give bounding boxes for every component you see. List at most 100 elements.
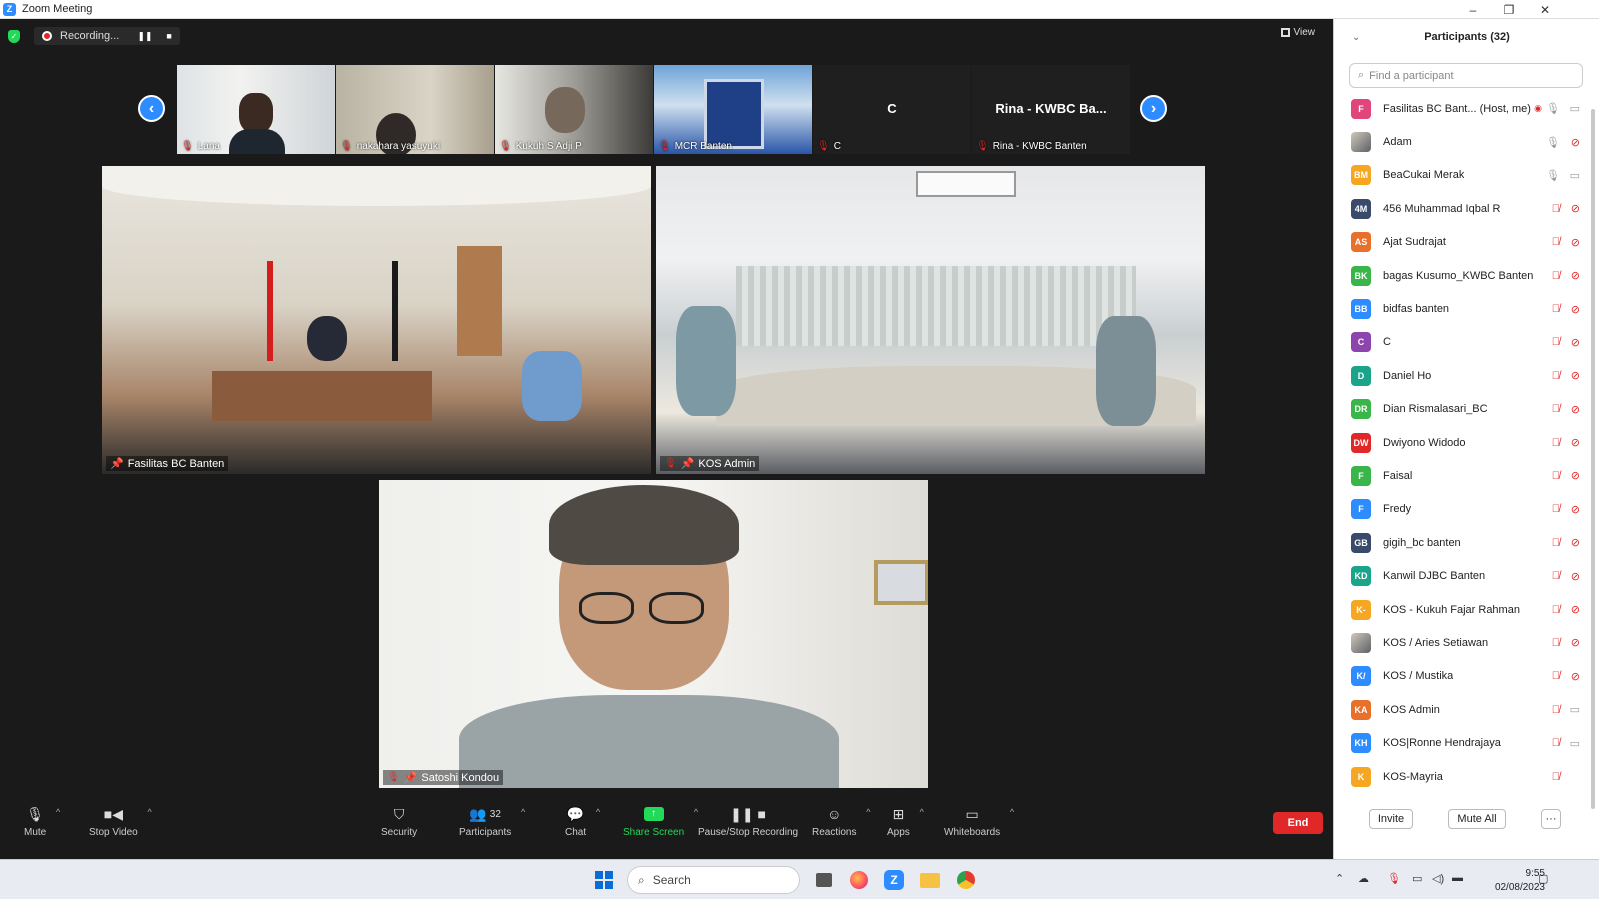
mic-muted-icon[interactable]: 🎙̸ <box>1552 303 1560 315</box>
video-icon[interactable]: ▭ <box>1570 169 1580 182</box>
participant-row[interactable]: C C 🎙̸ ⊘ <box>1334 326 1599 359</box>
whiteboards-options-caret-icon[interactable]: ^ <box>1010 807 1014 817</box>
file-explorer-icon[interactable] <box>918 868 942 892</box>
participant-row[interactable]: F Fasilitas BC Bant... (Host, me) ◉ 🎙 ▭ <box>1334 92 1599 125</box>
participant-row[interactable]: F Faisal 🎙̸ ⊘ <box>1334 459 1599 492</box>
mic-muted-icon[interactable]: 🎙̸ <box>1552 370 1560 382</box>
mic-muted-icon[interactable]: 🎙̸ <box>1552 637 1560 649</box>
video-tile[interactable]: 🎙 📌 Satoshi Kondou <box>379 480 928 788</box>
video-off-icon[interactable]: ⊘ <box>1571 570 1580 583</box>
minimize-button[interactable]: – <box>1455 0 1491 19</box>
end-meeting-button[interactable]: End <box>1273 812 1323 834</box>
participant-row[interactable]: D Daniel Ho 🎙̸ ⊘ <box>1334 359 1599 392</box>
video-off-icon[interactable]: ⊘ <box>1571 469 1580 482</box>
participants-button[interactable]: 👥 32 Participants ^ <box>459 805 525 839</box>
apps-options-caret-icon[interactable]: ^ <box>920 807 924 817</box>
video-off-icon[interactable]: ⊘ <box>1571 670 1580 683</box>
participant-row[interactable]: BB bidfas banten 🎙̸ ⊘ <box>1334 292 1599 325</box>
chat-button[interactable]: 💬 Chat ^ <box>565 805 600 839</box>
mute-options-caret-icon[interactable]: ^ <box>56 807 60 817</box>
tray-overflow-icon[interactable]: ⌃ <box>1335 872 1344 885</box>
video-thumbnail[interactable]: 🎙 Kukuh S Adji P <box>495 65 653 154</box>
video-off-icon[interactable]: ⊘ <box>1571 636 1580 649</box>
participant-row[interactable]: KH KOS|Ronne Hendrajaya 🎙̸ ▭ <box>1334 726 1599 759</box>
mic-muted-icon[interactable]: 🎙̸ <box>1552 771 1560 783</box>
mic-muted-icon[interactable]: 🎙̸ <box>1552 270 1560 282</box>
participant-row[interactable]: AS Ajat Sudrajat 🎙̸ ⊘ <box>1334 226 1599 259</box>
mic-icon[interactable]: 🎙 <box>1546 169 1560 182</box>
participant-row[interactable]: Adam 🎙 ⊘ <box>1334 125 1599 158</box>
participant-row[interactable]: BM BeaCukai Merak 🎙 ▭ <box>1334 159 1599 192</box>
view-button[interactable]: View <box>1280 27 1315 38</box>
video-off-icon[interactable]: ⊘ <box>1571 269 1580 282</box>
video-icon[interactable]: ▭ <box>1570 737 1580 750</box>
onedrive-icon[interactable]: ☁ <box>1358 872 1369 885</box>
participant-row[interactable]: DR Dian Rismalasari_BC 🎙̸ ⊘ <box>1334 393 1599 426</box>
mic-muted-icon[interactable]: 🎙̸ <box>1552 236 1560 248</box>
firefox-icon[interactable] <box>847 868 871 892</box>
participant-row[interactable]: GB gigih_bc banten 🎙̸ ⊘ <box>1334 526 1599 559</box>
mic-muted-icon[interactable]: 🎙̸ <box>1552 704 1560 716</box>
strip-prev-button[interactable]: ‹ <box>138 95 165 122</box>
encryption-shield-icon[interactable]: ✓ <box>8 29 20 43</box>
participant-row[interactable]: F Fredy 🎙̸ ⊘ <box>1334 493 1599 526</box>
stop-recording-icon[interactable]: ■ <box>166 31 171 41</box>
participant-row[interactable]: KA KOS Admin 🎙̸ ▭ <box>1334 693 1599 726</box>
video-thumbnail[interactable]: 🎙 Lana <box>177 65 335 154</box>
video-thumbnail[interactable]: Rina - KWBC Ba... 🎙 Rina - KWBC Banten <box>972 65 1130 154</box>
strip-next-button[interactable]: › <box>1140 95 1167 122</box>
video-thumbnail[interactable]: C 🎙 C <box>813 65 971 154</box>
video-off-icon[interactable]: ⊘ <box>1571 136 1580 149</box>
collapse-chevron-icon[interactable]: ⌄ <box>1352 32 1360 43</box>
mic-muted-icon[interactable]: 🎙̸ <box>1552 670 1560 682</box>
reactions-button[interactable]: ☺ Reactions ^ <box>812 805 870 838</box>
video-off-icon[interactable]: ⊘ <box>1571 336 1580 349</box>
mic-icon[interactable]: 🎙 <box>1546 136 1560 149</box>
mic-muted-icon[interactable]: 🎙̸ <box>1552 570 1560 582</box>
mute-all-button[interactable]: Mute All <box>1448 809 1506 829</box>
zoom-app-icon[interactable]: Z <box>882 868 906 892</box>
battery-icon[interactable]: ▬ <box>1452 872 1463 884</box>
task-view-icon[interactable] <box>812 868 836 892</box>
mic-muted-icon[interactable]: 🎙̸ <box>1552 437 1560 449</box>
taskbar-search-box[interactable]: ⌕ Search <box>627 866 800 894</box>
mic-icon[interactable]: 🎙 <box>1546 102 1560 115</box>
share-screen-button[interactable]: ↑ Share Screen ^ <box>623 805 698 838</box>
mute-button[interactable]: 🎙 Mute ^ <box>24 805 60 839</box>
mic-muted-icon[interactable]: 🎙̸ <box>1552 403 1560 415</box>
whiteboards-button[interactable]: ▭ Whiteboards ^ <box>944 805 1014 839</box>
video-off-icon[interactable]: ⊘ <box>1571 536 1580 549</box>
reactions-options-caret-icon[interactable]: ^ <box>866 807 870 817</box>
participant-row[interactable]: 4M 456 Muhammad Iqbal R 🎙̸ ⊘ <box>1334 192 1599 225</box>
video-off-icon[interactable]: ⊘ <box>1571 369 1580 382</box>
video-off-icon[interactable]: ⊘ <box>1571 303 1580 316</box>
participant-row[interactable]: DW Dwiyono Widodo 🎙̸ ⊘ <box>1334 426 1599 459</box>
pause-stop-recording-button[interactable]: ❚❚ ■ Pause/Stop Recording <box>698 805 798 839</box>
close-button[interactable]: ✕ <box>1527 0 1563 19</box>
stop-video-button[interactable]: ■◀ Stop Video ^ <box>89 805 152 839</box>
video-off-icon[interactable]: ⊘ <box>1571 236 1580 249</box>
video-off-icon[interactable]: ⊘ <box>1571 603 1580 616</box>
participant-row[interactable]: K- KOS - Kukuh Fajar Rahman 🎙̸ ⊘ <box>1334 593 1599 626</box>
video-off-icon[interactable]: ⊘ <box>1571 202 1580 215</box>
video-off-icon[interactable]: ⊘ <box>1571 436 1580 449</box>
mic-in-use-icon[interactable]: 🎙 <box>1387 872 1401 885</box>
mic-muted-icon[interactable]: 🎙̸ <box>1552 737 1560 749</box>
invite-button[interactable]: Invite <box>1369 809 1413 829</box>
video-icon[interactable]: ▭ <box>1570 102 1580 115</box>
pause-recording-icon[interactable]: ❚❚ <box>137 31 152 42</box>
participant-search-input[interactable]: ⌕ Find a participant <box>1349 63 1583 88</box>
participant-row[interactable]: K KOS-Mayria 🎙̸ <box>1334 760 1599 793</box>
mic-muted-icon[interactable]: 🎙̸ <box>1552 470 1560 482</box>
volume-icon[interactable]: ◁) <box>1432 872 1444 885</box>
mic-muted-icon[interactable]: 🎙̸ <box>1552 203 1560 215</box>
windows-start-icon[interactable] <box>592 868 616 892</box>
video-off-icon[interactable]: ⊘ <box>1571 503 1580 516</box>
video-tile[interactable]: 🎙 📌 KOS Admin <box>656 166 1205 474</box>
participant-row[interactable]: KOS / Aries Setiawan 🎙̸ ⊘ <box>1334 626 1599 659</box>
mic-muted-icon[interactable]: 🎙̸ <box>1552 604 1560 616</box>
video-thumbnail[interactable]: 🎙 MCR Banten <box>654 65 812 154</box>
participant-row[interactable]: K/KOS / Mustika 🎙̸ ⊘ <box>1334 660 1599 693</box>
network-icon[interactable]: ▭ <box>1412 872 1422 885</box>
mic-muted-icon[interactable]: 🎙̸ <box>1552 537 1560 549</box>
